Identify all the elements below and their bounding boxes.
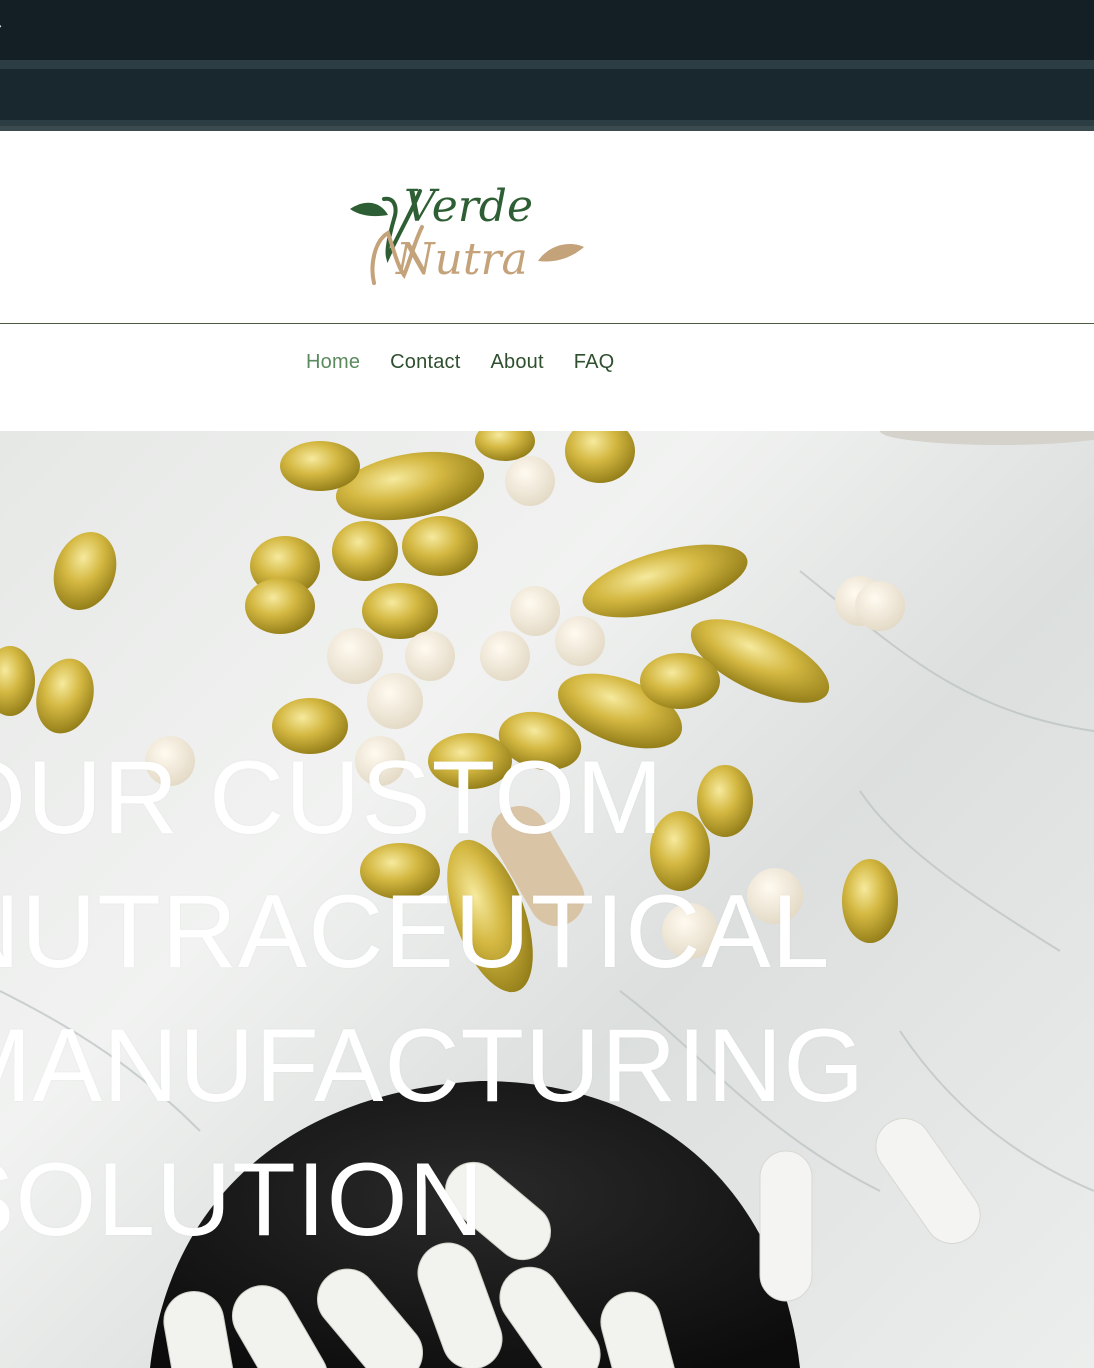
top-bar-middle: [0, 69, 1094, 120]
main-nav: Home Contact About FAQ: [0, 324, 1094, 431]
top-bar: ›: [0, 0, 1094, 131]
hero-line: SOLUTION: [0, 1142, 485, 1258]
hero-line: MANUFACTURING: [0, 1008, 866, 1124]
site-header: Verde Nutra: [0, 131, 1094, 324]
leaf-logo-icon: Verde Nutra: [350, 181, 584, 285]
nav-faq[interactable]: FAQ: [574, 351, 615, 374]
hero-line: OUR CUSTOM: [0, 740, 664, 856]
nav-home[interactable]: Home: [306, 351, 360, 374]
hero-line: NUTRACEUTICAL: [0, 874, 831, 990]
hero-headline: OUR CUSTOM NUTRACEUTICAL MANUFACTURING S…: [0, 731, 865, 1267]
logo-link[interactable]: Verde Nutra: [340, 171, 600, 291]
hero-section: OUR CUSTOM NUTRACEUTICAL MANUFACTURING S…: [0, 431, 1094, 1368]
nav-list: Home Contact About FAQ: [306, 351, 614, 374]
top-bar-stripe: [0, 60, 1094, 69]
logo-word-nutra: Nutra: [395, 234, 528, 285]
logo-word-verde: Verde: [404, 181, 533, 232]
menu-edge-icon: ›: [0, 16, 2, 35]
nav-contact[interactable]: Contact: [390, 351, 460, 374]
nav-about[interactable]: About: [490, 351, 543, 374]
